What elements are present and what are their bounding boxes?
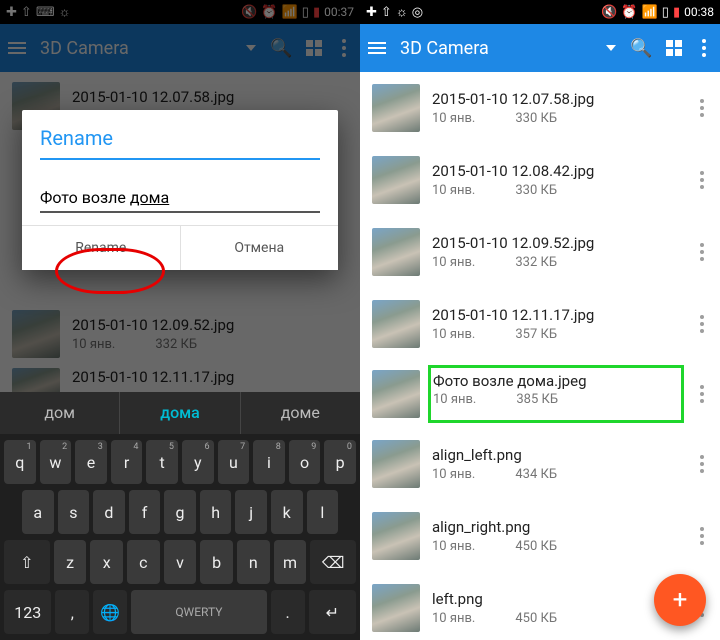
- key-o[interactable]: o9: [289, 440, 321, 484]
- dialog-title: Rename: [40, 126, 320, 150]
- thumbnail: [372, 300, 420, 348]
- file-row[interactable]: 2015-01-10 12.07.58.jpg10 янв.330 КБ: [360, 72, 720, 144]
- target-icon: ◎: [412, 6, 423, 19]
- file-list[interactable]: 2015-01-10 12.07.58.jpg10 янв.330 КБ2015…: [360, 72, 720, 640]
- keyboard-suggestion-bar: дом дома доме: [0, 392, 360, 434]
- key-h[interactable]: h: [200, 490, 232, 534]
- app-title: 3D Camera: [400, 38, 592, 59]
- file-row[interactable]: 2015-01-10 12.09.52.jpg10 янв.332 КБ: [360, 216, 720, 288]
- grid-view-icon[interactable]: [666, 40, 682, 56]
- rename-dialog: Rename Фото возле дома Rename Отмена: [22, 110, 338, 270]
- keyboard: q1w2e3r4t5y6u7i8o9p0 asdfghjkl ⇧ zxcvbnm…: [0, 434, 360, 640]
- rename-button[interactable]: Rename: [22, 226, 180, 270]
- key-p[interactable]: p0: [324, 440, 356, 484]
- row-more-icon[interactable]: [696, 167, 708, 193]
- key-w[interactable]: w2: [40, 440, 72, 484]
- highlighted-file[interactable]: Фото возле дома.jpeg10 янв.385 КБ: [428, 365, 684, 423]
- file-row[interactable]: 2015-01-10 12.08.42.jpg10 янв.330 КБ: [360, 144, 720, 216]
- key-s[interactable]: s: [58, 490, 90, 534]
- fab-add-button[interactable]: +: [654, 574, 706, 626]
- comma-key[interactable]: ,: [55, 590, 89, 634]
- key-q[interactable]: q1: [4, 440, 36, 484]
- thumbnail: [372, 84, 420, 132]
- file-name: left.png: [432, 590, 684, 608]
- key-r[interactable]: r4: [111, 440, 143, 484]
- thumbnail: [372, 440, 420, 488]
- key-t[interactable]: t5: [146, 440, 178, 484]
- app-bar: 3D Camera 🔍: [360, 24, 720, 72]
- more-icon[interactable]: [696, 39, 712, 57]
- file-row[interactable]: align_right.png10 янв.450 КБ: [360, 500, 720, 572]
- key-n[interactable]: n: [237, 540, 270, 584]
- dropdown-icon[interactable]: [606, 45, 616, 51]
- row-more-icon[interactable]: [696, 523, 708, 549]
- symbols-key[interactable]: 123: [4, 590, 51, 634]
- enter-key[interactable]: ↵: [309, 590, 356, 634]
- key-e[interactable]: e3: [75, 440, 107, 484]
- wifi-icon: 📶: [642, 6, 658, 19]
- key-c[interactable]: c: [127, 540, 160, 584]
- cancel-button[interactable]: Отмена: [180, 226, 339, 270]
- key-x[interactable]: x: [90, 540, 123, 584]
- key-i[interactable]: i8: [253, 440, 285, 484]
- mute-icon: 🔇: [601, 6, 617, 19]
- battery-icon: ▮: [673, 6, 680, 19]
- file-name: Фото возле дома.jpeg: [433, 372, 679, 390]
- clock: 00:38: [684, 5, 714, 19]
- key-a[interactable]: a: [22, 490, 54, 534]
- search-icon[interactable]: 🔍: [630, 38, 652, 59]
- row-more-icon[interactable]: [696, 95, 708, 121]
- space-key[interactable]: QWERTY: [131, 590, 267, 634]
- backspace-key[interactable]: ⌫: [310, 540, 356, 584]
- key-y[interactable]: y6: [182, 440, 214, 484]
- thumbnail: [372, 228, 420, 276]
- shift-key[interactable]: ⇧: [4, 540, 50, 584]
- key-z[interactable]: z: [54, 540, 87, 584]
- key-j[interactable]: j: [235, 490, 267, 534]
- row-more-icon[interactable]: [696, 381, 708, 407]
- file-name: align_left.png: [432, 446, 684, 464]
- key-k[interactable]: k: [271, 490, 303, 534]
- sun-icon: ☼: [396, 6, 408, 19]
- file-name: 2015-01-10 12.11.17.jpg: [432, 306, 684, 324]
- file-row[interactable]: align_left.png10 янв.434 КБ: [360, 428, 720, 500]
- key-d[interactable]: d: [93, 490, 125, 534]
- plus-icon: ✚: [366, 6, 377, 19]
- row-more-icon[interactable]: [696, 239, 708, 265]
- suggestion[interactable]: дом: [0, 392, 120, 434]
- globe-key[interactable]: 🌐: [93, 590, 127, 634]
- thumbnail: [372, 156, 420, 204]
- period-key[interactable]: .: [271, 590, 305, 634]
- key-l[interactable]: l: [307, 490, 339, 534]
- file-name: 2015-01-10 12.09.52.jpg: [432, 234, 684, 252]
- upload-icon: ⇧: [381, 6, 392, 19]
- key-f[interactable]: f: [129, 490, 161, 534]
- menu-icon[interactable]: [368, 42, 386, 54]
- suggestion-active[interactable]: дома: [120, 392, 240, 434]
- key-m[interactable]: m: [274, 540, 307, 584]
- suggestion[interactable]: доме: [241, 392, 360, 434]
- thumbnail: [372, 584, 420, 632]
- file-row[interactable]: 2015-01-10 12.11.17.jpg10 янв.357 КБ: [360, 288, 720, 360]
- file-name: 2015-01-10 12.08.42.jpg: [432, 162, 684, 180]
- file-name: 2015-01-10 12.07.58.jpg: [432, 90, 684, 108]
- row-more-icon[interactable]: [696, 451, 708, 477]
- alarm-icon: ⏰: [621, 6, 637, 19]
- thumbnail: [372, 370, 420, 418]
- key-v[interactable]: v: [164, 540, 197, 584]
- key-b[interactable]: b: [200, 540, 233, 584]
- thumbnail: [372, 512, 420, 560]
- key-g[interactable]: g: [164, 490, 196, 534]
- rename-input[interactable]: Фото возле дома: [40, 184, 320, 213]
- row-more-icon[interactable]: [696, 311, 708, 337]
- file-name: align_right.png: [432, 518, 684, 536]
- signal-icon: ▯: [662, 6, 669, 19]
- key-u[interactable]: u7: [218, 440, 250, 484]
- status-bar: ✚ ⇧ ☼ ◎ 🔇 ⏰ 📶 ▯ ▮ 00:38: [360, 0, 720, 24]
